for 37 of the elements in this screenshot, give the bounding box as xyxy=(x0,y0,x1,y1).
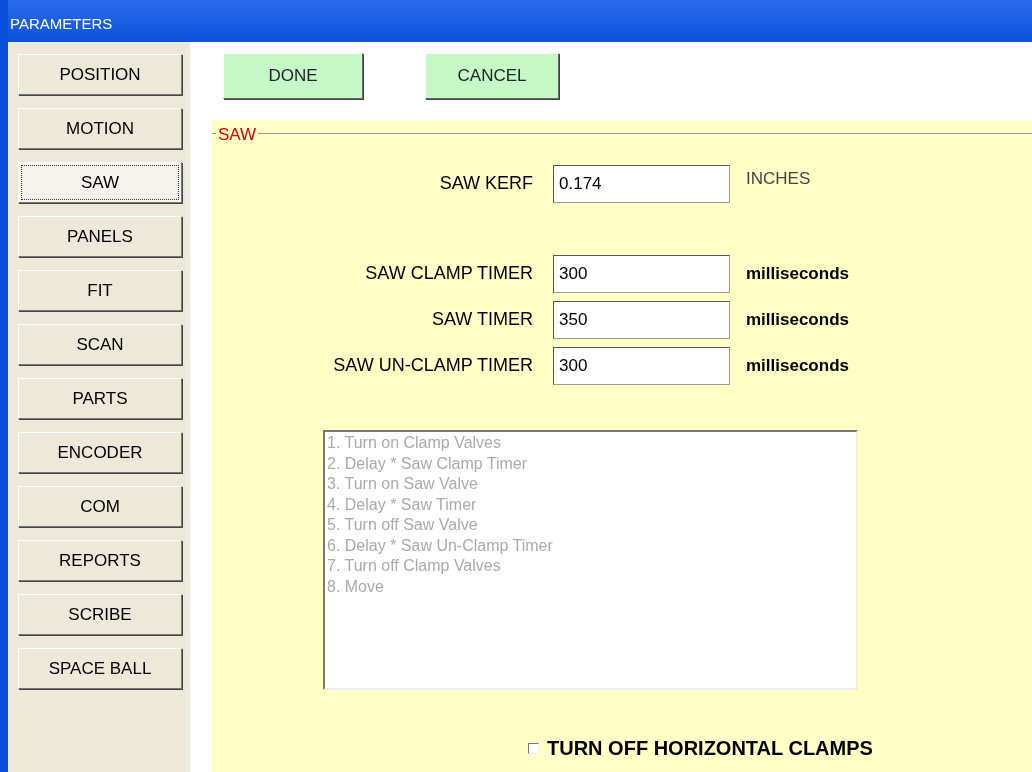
sequence-step: 5. Turn off Saw Valve xyxy=(327,515,854,536)
unit-label: INCHES xyxy=(745,168,811,190)
sequence-step: 1. Turn on Clamp Valves xyxy=(327,433,854,454)
sidebar-button[interactable]: ENCODER xyxy=(18,432,182,473)
field-label: SAW CLAMP TIMER xyxy=(364,262,534,285)
sequence-step: 4. Delay * Saw Timer xyxy=(327,494,854,515)
sidebar-button[interactable]: SAW xyxy=(18,162,182,203)
field-label: SAW UN-CLAMP TIMER xyxy=(332,354,534,377)
unit-label: milliseconds xyxy=(745,262,849,285)
field-label: SAW KERF xyxy=(438,172,534,195)
input-field[interactable]: 300 xyxy=(553,254,730,293)
checkbox-label: TURN OFF HORIZONTAL CLAMPS xyxy=(547,736,873,761)
input-field[interactable]: 0.174 xyxy=(553,164,730,203)
sidebar-button[interactable]: PANELS xyxy=(18,216,182,257)
sidebar-button[interactable]: COM xyxy=(18,486,182,527)
window-title: PARAMETERS xyxy=(8,0,1032,42)
sequence-step: 6. Delay * Saw Un-Clamp Timer xyxy=(327,535,854,556)
sidebar-button[interactable]: POSITION xyxy=(18,54,182,95)
input-field[interactable]: 300 xyxy=(553,346,730,385)
unit-label: milliseconds xyxy=(745,354,849,377)
sequence-step: 3. Turn on Saw Valve xyxy=(327,474,854,495)
cancel-button[interactable]: CANCEL xyxy=(425,53,559,99)
sidebar-button[interactable]: PARTS xyxy=(18,378,182,419)
field-label: SAW TIMER xyxy=(431,308,534,331)
sidebar-button[interactable]: SPACE BALL xyxy=(18,648,182,689)
sequence-step: 2. Delay * Saw Clamp Timer xyxy=(327,453,854,474)
sidebar-button[interactable]: REPORTS xyxy=(18,540,182,581)
sidebar-button[interactable]: MOTION xyxy=(18,108,182,149)
done-button[interactable]: DONE xyxy=(223,53,363,99)
input-field[interactable]: 350 xyxy=(553,300,730,339)
sidebar-button[interactable]: FIT xyxy=(18,270,182,311)
sequence-step: 8. Move xyxy=(327,576,854,597)
sequence-step: 7. Turn off Clamp Valves xyxy=(327,556,854,577)
sidebar-button[interactable]: SCRIBE xyxy=(18,594,182,635)
sidebar-button[interactable]: SCAN xyxy=(18,324,182,365)
unit-label: milliseconds xyxy=(745,308,849,331)
checkbox[interactable] xyxy=(528,742,539,754)
